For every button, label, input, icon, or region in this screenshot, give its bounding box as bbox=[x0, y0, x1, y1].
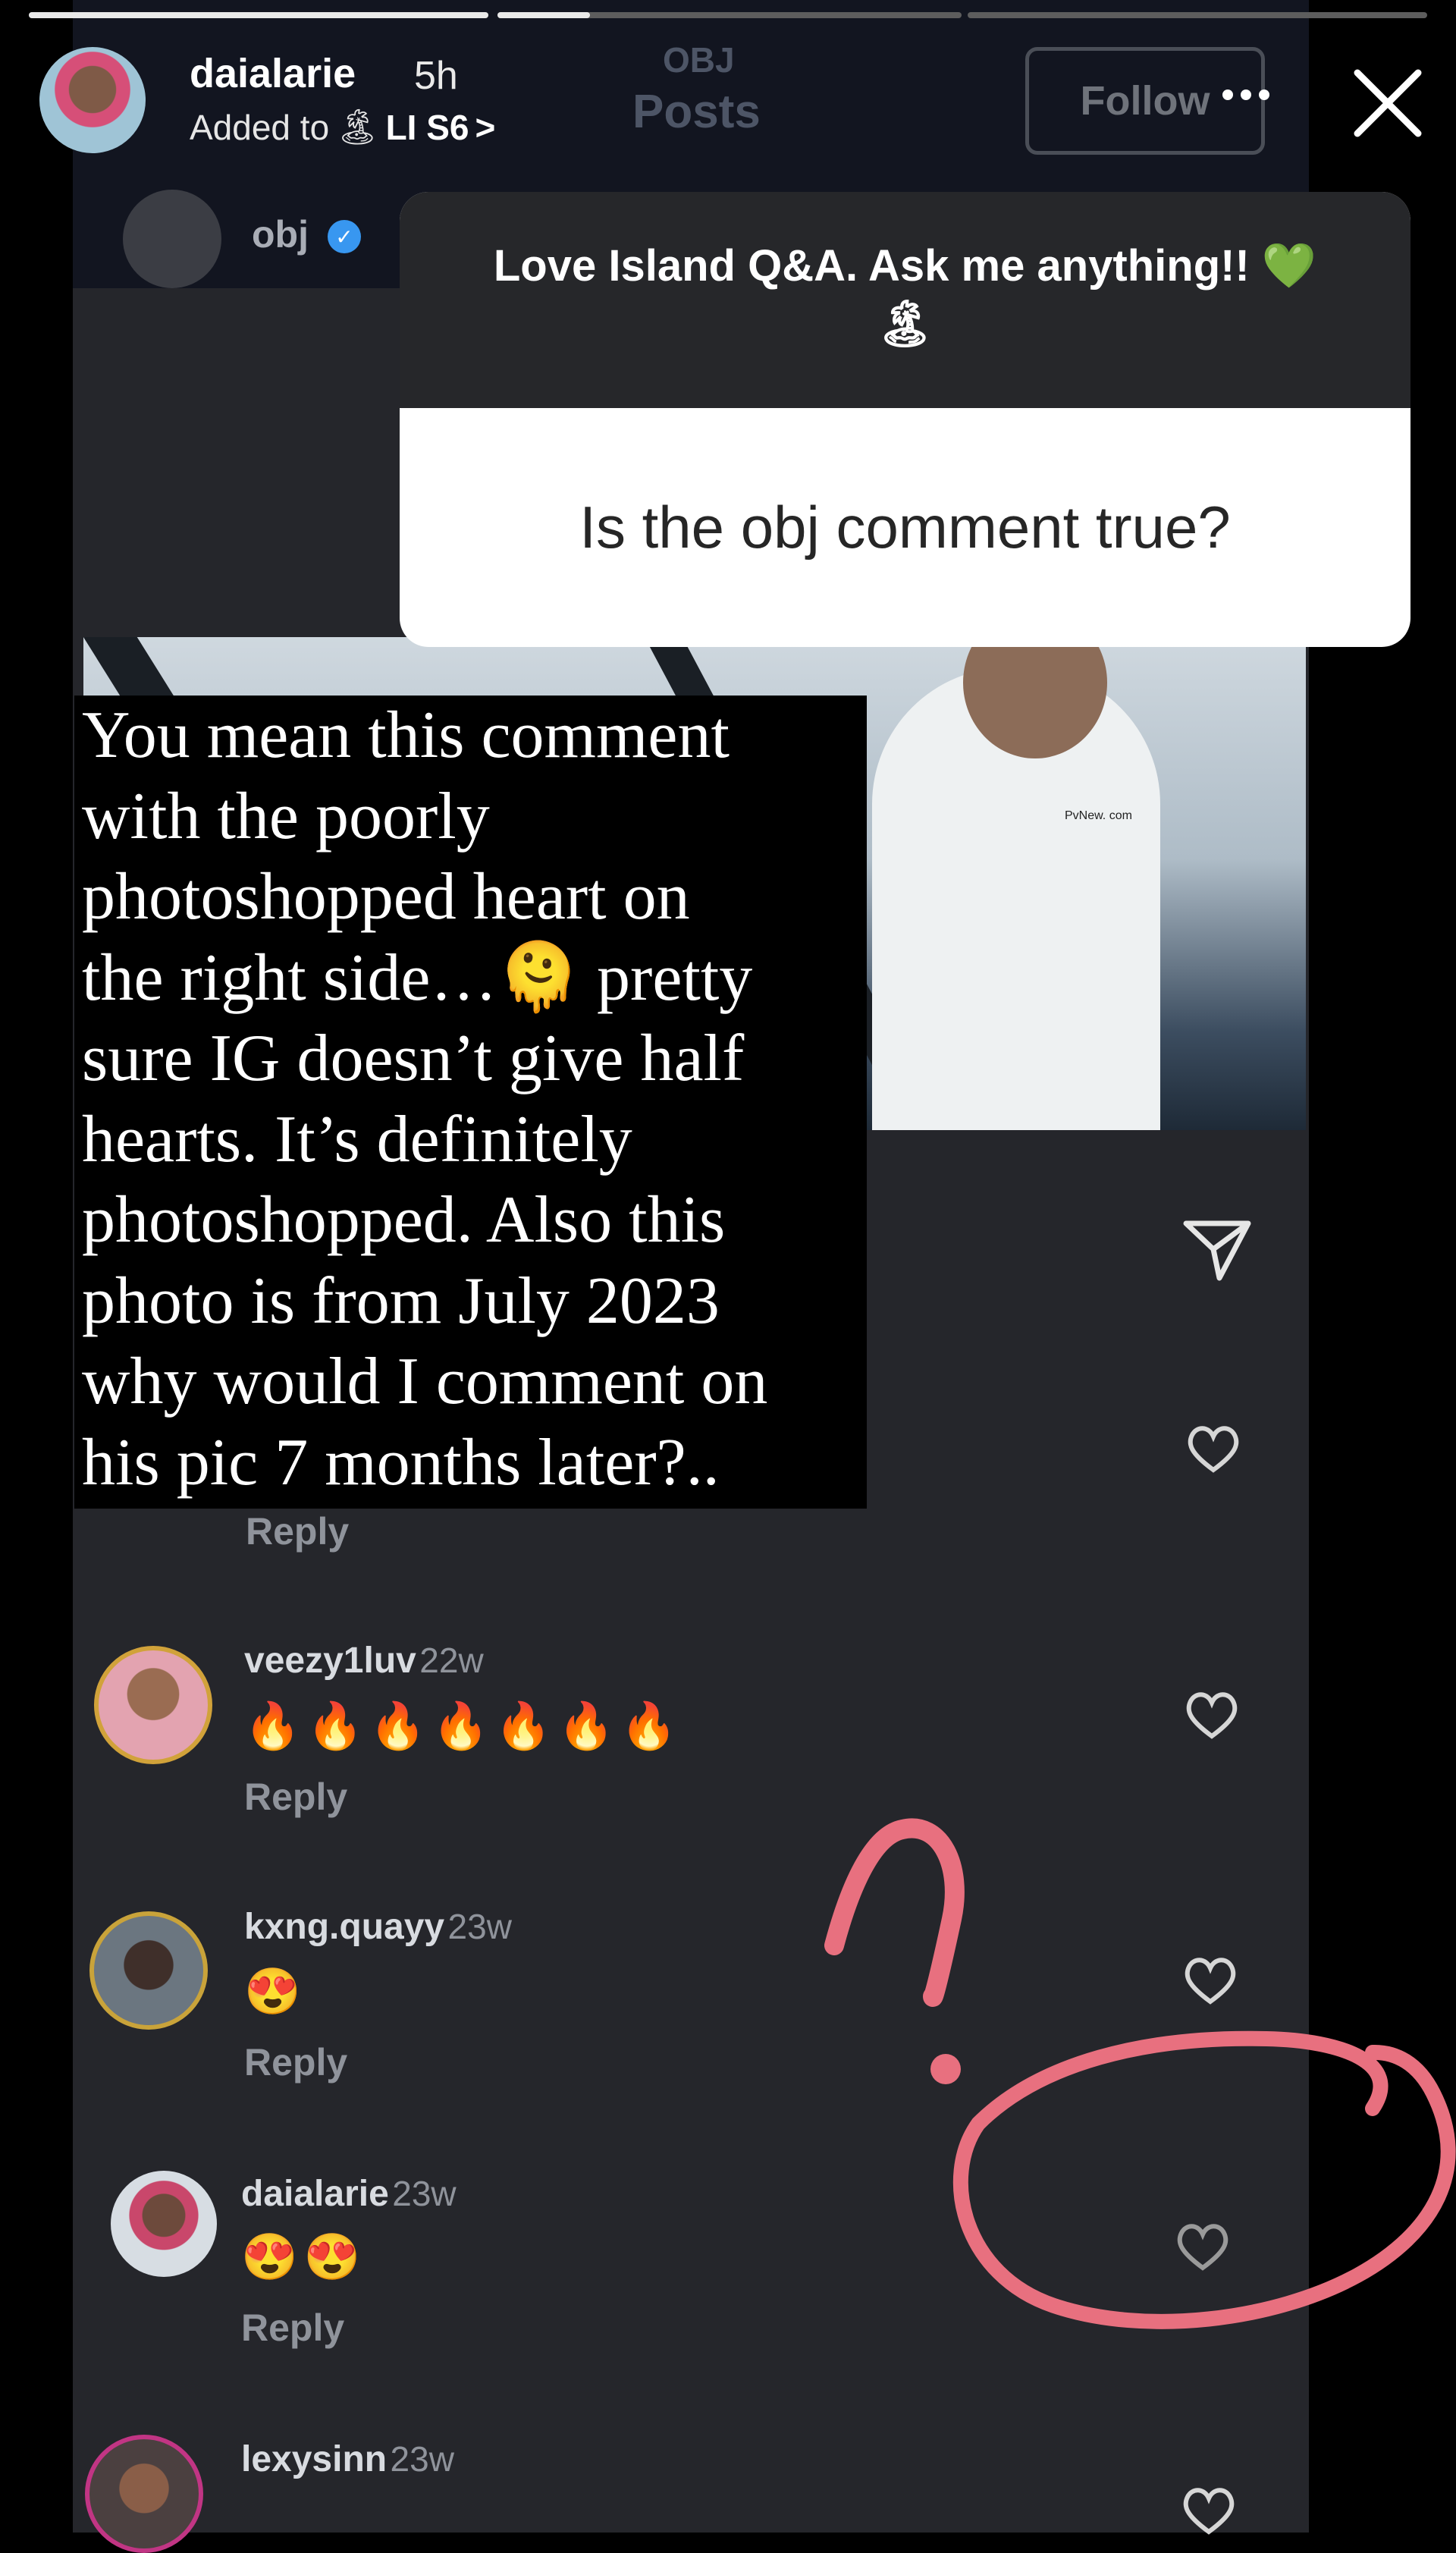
comment-avatar bbox=[111, 2171, 217, 2277]
comment-avatar bbox=[94, 1646, 212, 1764]
comment-text: 🔥🔥🔥🔥🔥🔥🔥 bbox=[244, 1700, 683, 1751]
circle-annotation bbox=[952, 2030, 1456, 2329]
comment-username: lexysinn bbox=[241, 2439, 388, 2479]
watermark: PvNew. com bbox=[1065, 809, 1132, 822]
background-page-title: Posts bbox=[632, 86, 761, 138]
comment-age: 23w bbox=[390, 2439, 454, 2479]
chevron-right-icon: > bbox=[475, 107, 496, 147]
question-sticker-prompt-area: Love Island Q&A. Ask me anything!! 💚 🏝 bbox=[400, 192, 1410, 408]
story-progress-bar bbox=[968, 12, 1427, 18]
highlight-name: LI S6 bbox=[385, 107, 469, 147]
background-post-avatar bbox=[123, 190, 221, 288]
answer-text-box: You mean this comment with the poorly ph… bbox=[74, 696, 867, 1509]
comment-reply-link: Reply bbox=[244, 2041, 348, 2084]
background-profile-name: OBJ bbox=[663, 40, 735, 80]
added-to-label: Added to bbox=[190, 107, 330, 147]
comment-text: 😍😍 bbox=[241, 2231, 367, 2282]
story-avatar[interactable] bbox=[39, 47, 146, 153]
like-heart-icon bbox=[1188, 1426, 1239, 1473]
comment-username: veezy1luv bbox=[244, 1641, 416, 1681]
comment-age: 22w bbox=[419, 1641, 484, 1680]
story-username[interactable]: daialarie bbox=[190, 50, 356, 97]
like-heart-icon bbox=[1183, 2488, 1235, 2535]
comment-header: daialarie 23w bbox=[241, 2173, 457, 2215]
story-progress-bar bbox=[497, 12, 962, 18]
question-sticker[interactable]: Love Island Q&A. Ask me anything!! 💚 🏝 I… bbox=[400, 192, 1410, 647]
story-progress-bar bbox=[29, 12, 488, 18]
question-sticker-question: Is the obj comment true? bbox=[579, 494, 1231, 561]
share-icon bbox=[1183, 1220, 1251, 1281]
close-icon[interactable] bbox=[1351, 67, 1424, 140]
comment-age: 23w bbox=[447, 1907, 512, 1946]
comment-username: kxng.quayy bbox=[244, 1907, 445, 1947]
comment-text: 😍 bbox=[244, 1966, 307, 2017]
verified-badge-icon: ✓ bbox=[328, 220, 361, 253]
comment-avatar bbox=[89, 1911, 208, 2030]
story-timestamp: 5h bbox=[414, 54, 458, 98]
island-icon: 🏝 bbox=[876, 298, 934, 349]
comment-reply-link: Reply bbox=[246, 1510, 350, 1553]
comment-reply-link: Reply bbox=[244, 1776, 348, 1818]
comment-age: 23w bbox=[392, 2174, 457, 2213]
comment-avatar bbox=[85, 2435, 203, 2553]
highlight-link[interactable]: Added to 🏝 LI S6 > bbox=[190, 106, 495, 148]
background-follow-button: Follow bbox=[1025, 47, 1265, 155]
comment-header: veezy1luv 22w bbox=[244, 1640, 484, 1682]
answer-text: You mean this comment with the poorly ph… bbox=[82, 699, 768, 1499]
comment-username: daialarie bbox=[241, 2174, 389, 2214]
more-options-icon[interactable] bbox=[1222, 89, 1269, 100]
comment-header: lexysinn 23w bbox=[241, 2438, 454, 2480]
question-sticker-prompt: Love Island Q&A. Ask me anything!! 💚 bbox=[493, 241, 1317, 290]
comment-header: kxng.quayy 23w bbox=[244, 1906, 512, 1948]
like-heart-icon bbox=[1186, 1692, 1238, 1739]
island-icon: 🏝 bbox=[335, 107, 380, 146]
comment-reply-link: Reply bbox=[241, 2306, 345, 2349]
background-post-username: obj bbox=[252, 213, 309, 256]
